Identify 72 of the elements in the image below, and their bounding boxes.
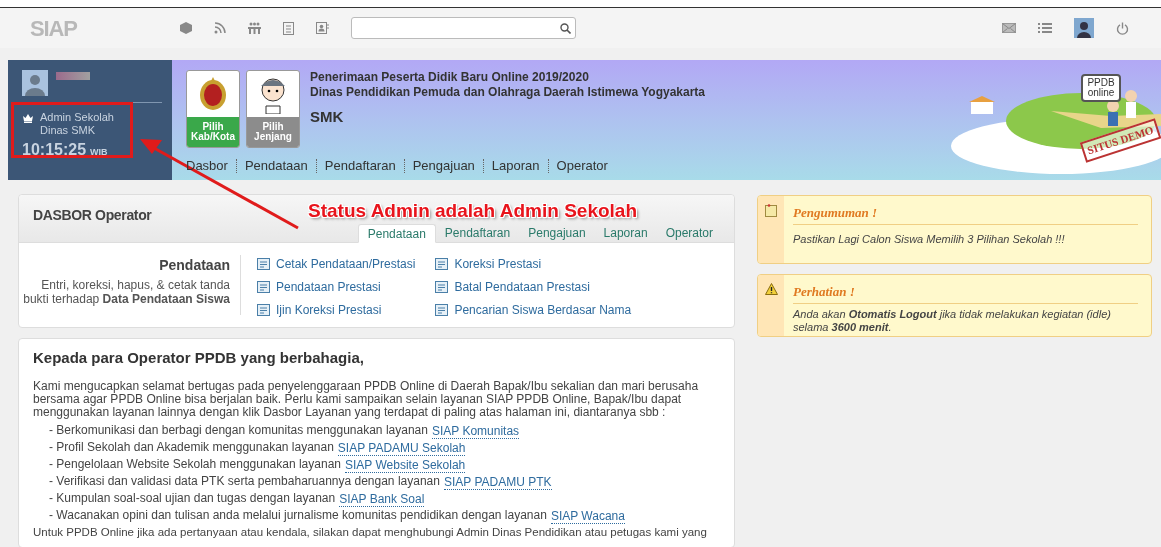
search-field[interactable] <box>351 17 576 39</box>
service-description: - Kumpulan soal-soal ujian dan tugas dengan layanan <box>49 489 336 507</box>
ppdb-sign: PPDB online <box>1081 74 1121 102</box>
dashboard-link[interactable]: Batal Pendataan Prestasi <box>454 278 590 296</box>
contact-card-icon[interactable] <box>316 22 329 34</box>
form-icon <box>435 258 449 270</box>
picker-button[interactable]: Pilih Kab/Kota <box>186 70 240 148</box>
dashboard-link[interactable]: Koreksi Prestasi <box>454 255 542 273</box>
group-icon[interactable] <box>248 22 261 34</box>
service-link[interactable]: SIAP Bank Soal <box>339 491 425 507</box>
service-description: - Profil Sekolah dan Akademik menggunakan layanan <box>49 438 334 456</box>
service-description: - Wacanakan opini dan tulisan anda melalui jurnalisme komunitas pendidikan dengan layanan <box>49 506 547 524</box>
service-link[interactable]: SIAP PADAMU Sekolah <box>337 440 466 456</box>
dashboard-link[interactable]: Pencarian Siswa Berdasar Nama <box>454 301 632 319</box>
picker-button[interactable]: Pilih Jenjang <box>246 70 300 148</box>
dashboard-title: DASBOR Operator <box>33 206 152 225</box>
notice-title: Perhatian ! <box>793 282 1138 304</box>
annotation-text: Status Admin adalah Admin Sekolah <box>308 199 638 223</box>
rss-icon[interactable] <box>214 22 226 34</box>
banner-title: Penerimaan Peserta Didik Baru Online 2019/2020 <box>310 70 590 85</box>
closing-paragraph: Untuk PPDB Online jika ada pertanyaan atau kendala, silakan dapat menghubungi Admin Dinas Pendidikan atau petugas kami yang <box>33 524 707 540</box>
user-avatar-icon <box>22 70 48 96</box>
service-description: - Verifikasi dan validasi data PTK serta pembaharuannya dengan layanan <box>49 472 440 490</box>
banner-subtitle: Dinas Pendidikan Pemuda dan Olahraga Daerah Istimewa Yogyakarta <box>310 85 706 100</box>
nav-link[interactable]: Operator <box>556 156 608 176</box>
service-link[interactable]: SIAP Komunitas <box>431 423 520 439</box>
service-link[interactable]: SIAP PADAMU PTK <box>443 474 552 490</box>
service-description: - Pengelolaan Website Sekolah menggunakan layanan <box>49 455 341 473</box>
dashboard-link[interactable]: Ijin Koreksi Prestasi <box>276 301 382 319</box>
dashboard-tab[interactable]: Pendataan <box>357 224 436 243</box>
service-link[interactable]: SIAP Website Sekolah <box>345 457 466 473</box>
emblem-icon <box>198 75 228 113</box>
form-icon <box>435 281 449 293</box>
cube-icon[interactable] <box>180 22 192 34</box>
timezone: WIB <box>90 146 108 159</box>
nav-link[interactable]: Pengajuan <box>412 156 475 176</box>
notice-body: Pastikan Lagi Calon Siswa Memilih 3 Pilihan Sekolah !!! <box>793 232 1066 246</box>
warning-icon <box>764 283 778 295</box>
dashboard-link[interactable]: Cetak Pendataan/Prestasi <box>276 255 416 273</box>
mail-icon[interactable] <box>1002 23 1016 33</box>
section-title: Pendataan <box>158 256 230 275</box>
list-icon[interactable] <box>1038 22 1052 34</box>
clock-time: 10:15:25 <box>22 140 87 160</box>
dashboard-tab[interactable]: Pengajuan <box>519 224 595 243</box>
form-icon <box>257 304 270 316</box>
notice-title: Pengumuman ! <box>793 203 1138 225</box>
crown-icon <box>22 113 34 123</box>
form-icon <box>257 281 270 293</box>
nav-link[interactable]: Dasbor <box>186 156 228 176</box>
welcome-title: Kepada para Operator PPDB yang berbahagia, <box>33 348 365 368</box>
power-icon[interactable] <box>1116 21 1129 35</box>
form-icon <box>257 258 270 270</box>
document-icon[interactable] <box>283 21 294 35</box>
section-description: Entri, koreksi, hapus, & cetak tanda bukti terhadap Data Pendataan Siswa <box>22 278 230 306</box>
welcome-paragraph: Kami mengucapkan selamat bertugas pada penyelenggaraan PPDB Online di Daerah Bapak/Ibu sekalian dan mari berusaha bersama agar PPDB Online bisa berjalan baik. Perlu kami sampaikan selain layanan SIAP PPDB Online, Bapak/Ibu dapat menggunakan layanan lainnya dengan klik Dasbor Layanan yang terdapat di paling atas halaman ini, diantaranya sbb : <box>33 379 700 419</box>
service-link[interactable]: SIAP Wacana <box>550 508 625 524</box>
dashboard-tab[interactable]: Pendaftaran <box>435 224 520 243</box>
search-icon[interactable] <box>560 22 571 34</box>
avatar-icon[interactable] <box>1074 18 1094 38</box>
redacted-name <box>56 72 90 80</box>
nav-link[interactable]: Laporan <box>491 156 540 176</box>
user-role: Admin Sekolah <box>40 111 114 124</box>
note-icon <box>765 204 777 217</box>
nav-link[interactable]: Pendaftaran <box>324 156 396 176</box>
user-unit: Dinas SMK <box>40 124 97 137</box>
service-description: - Berkomunikasi dan berbagi dengan komunitas menggunakan layanan <box>49 421 428 439</box>
school-level: SMK <box>310 107 345 127</box>
form-icon <box>435 304 449 316</box>
dashboard-link[interactable]: Pendataan Prestasi <box>276 278 381 296</box>
nav-link[interactable]: Pendataan <box>244 156 308 176</box>
dashboard-tab[interactable]: Laporan <box>594 224 657 243</box>
dashboard-tab[interactable]: Operator <box>656 224 722 243</box>
